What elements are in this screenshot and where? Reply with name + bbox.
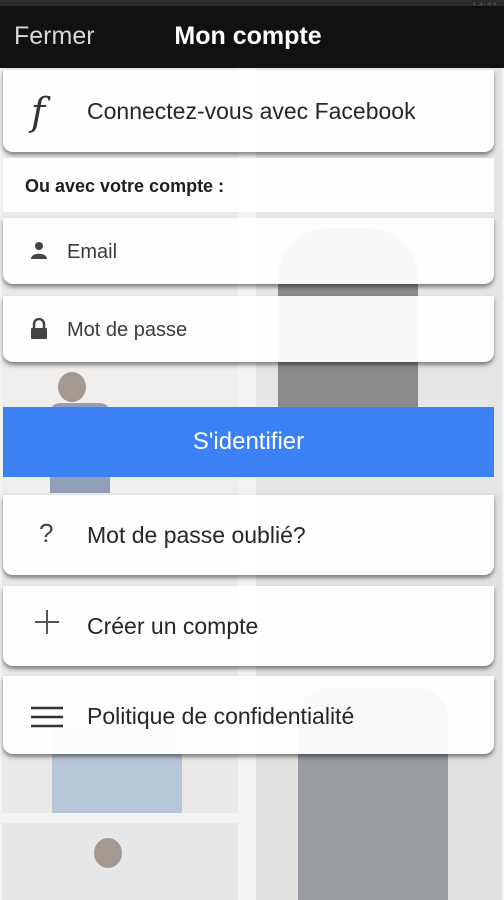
password-field-container [3,296,494,362]
privacy-policy-button[interactable]: Politique de confidentialité [3,676,494,754]
create-account-label: Créer un compte [87,613,259,639]
menu-icon [31,706,63,733]
facebook-login-label: Connectez-vous avec Facebook [87,98,416,124]
plus-icon [33,608,61,641]
forgot-password-button[interactable]: ? Mot de passe oublié? [3,495,494,575]
login-button[interactable]: S'identifier [3,407,494,477]
facebook-icon: f [31,90,46,134]
email-field-container [3,218,494,284]
account-section-heading: Ou avec votre compte : [3,158,494,212]
password-field[interactable] [65,310,479,350]
privacy-policy-label: Politique de confidentialité [87,703,355,729]
question-icon: ? [39,518,54,548]
user-icon [29,240,49,265]
create-account-button[interactable]: Créer un compte [3,586,494,666]
facebook-login-button[interactable]: f Connectez-vous avec Facebook [3,70,494,152]
forgot-password-label: Mot de passe oublié? [87,522,306,548]
page-title: Mon compte [174,22,322,50]
email-field[interactable] [65,232,479,272]
account-section-label: Ou avec votre compte : [25,176,225,196]
lock-icon [29,317,49,345]
top-navbar: Fermer Mon compte [0,6,504,68]
